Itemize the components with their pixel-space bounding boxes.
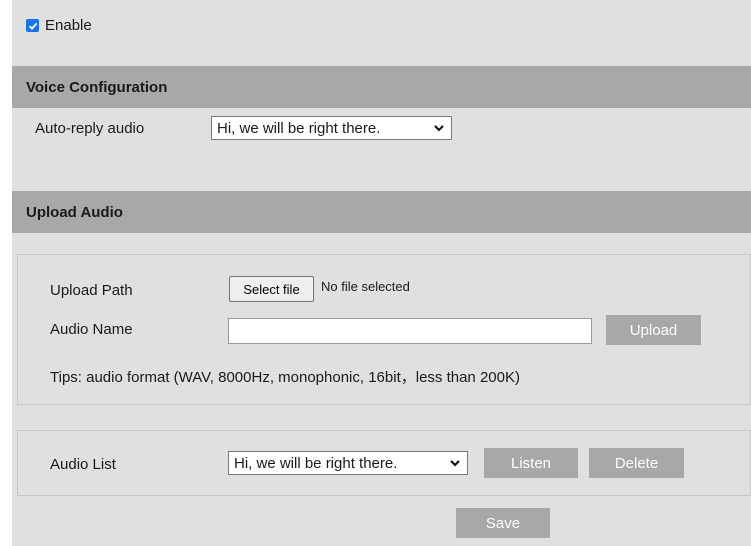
- voice-configuration-header: Voice Configuration: [12, 66, 751, 108]
- select-file-button[interactable]: Select file: [229, 276, 314, 302]
- chevron-down-icon: [434, 125, 444, 132]
- select-file-label: Select file: [243, 281, 300, 297]
- tips-text: Tips: audio format (WAV, 8000Hz, monopho…: [50, 369, 520, 386]
- delete-button[interactable]: Delete: [589, 448, 684, 478]
- audio-list-value: Hi, we will be right there.: [234, 454, 398, 472]
- voice-configuration-title: Voice Configuration: [26, 78, 168, 96]
- listen-button[interactable]: Listen: [484, 448, 578, 478]
- upload-button-label: Upload: [629, 321, 678, 339]
- audio-name-input[interactable]: [228, 318, 592, 344]
- upload-path-label: Upload Path: [50, 282, 133, 299]
- auto-reply-select[interactable]: Hi, we will be right there.: [211, 116, 452, 140]
- upload-button[interactable]: Upload: [606, 315, 701, 345]
- audio-list-select[interactable]: Hi, we will be right there.: [228, 451, 468, 475]
- checkmark-icon: [28, 22, 37, 30]
- enable-checkbox[interactable]: [26, 19, 39, 32]
- upload-audio-title: Upload Audio: [26, 203, 123, 221]
- upload-audio-header: Upload Audio: [12, 191, 751, 233]
- save-button[interactable]: Save: [456, 508, 550, 538]
- no-file-selected-text: No file selected: [321, 279, 410, 294]
- audio-list-label: Audio List: [50, 456, 116, 473]
- listen-button-label: Listen: [510, 454, 552, 472]
- enable-checkbox-row[interactable]: Enable: [26, 17, 92, 34]
- audio-name-label: Audio Name: [50, 321, 133, 338]
- delete-button-label: Delete: [614, 454, 659, 472]
- save-button-label: Save: [485, 514, 521, 532]
- chevron-down-icon: [450, 460, 460, 467]
- auto-reply-value: Hi, we will be right there.: [217, 119, 381, 137]
- auto-reply-label: Auto-reply audio: [35, 120, 145, 137]
- enable-label: Enable: [45, 17, 92, 34]
